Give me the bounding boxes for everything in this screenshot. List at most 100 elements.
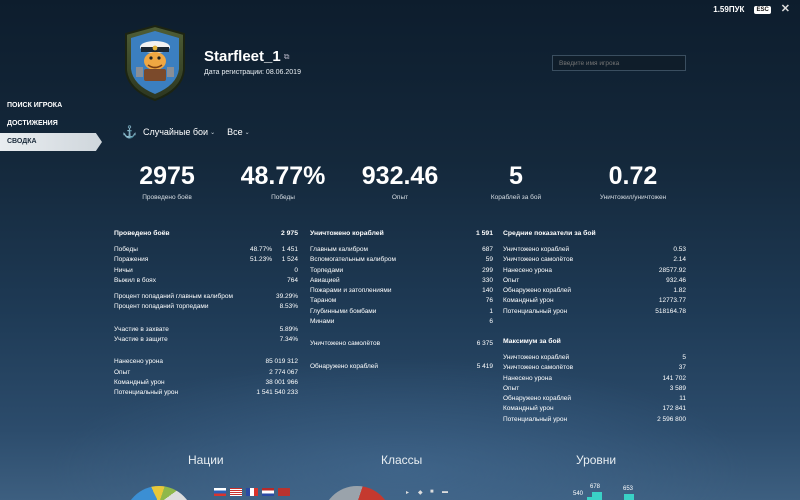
stat-label: Авиацией xyxy=(310,276,340,284)
stat-label: Командный урон xyxy=(503,297,554,305)
stat-value: 76 xyxy=(485,297,493,305)
copy-icon[interactable]: ⧉ xyxy=(284,52,290,62)
summary-winrate: 48.77% Победы xyxy=(223,162,343,201)
stat-value: 2.14 xyxy=(673,256,686,264)
maximum-header: Максимум за бой xyxy=(503,336,686,346)
stat-label: Потенциальный урон xyxy=(503,307,568,315)
stat-row: Потенциальный урон 2 596 800 xyxy=(503,414,686,424)
stat-value: 764 xyxy=(287,276,298,284)
stat-value: 2 975 xyxy=(280,229,298,237)
summary-label: Проведено боёв xyxy=(142,194,192,201)
stat-value: 1 591 xyxy=(475,229,493,237)
stat-value: 932.46 xyxy=(666,276,686,284)
stat-label: Участие в захвате xyxy=(114,325,169,333)
stat-row: Командный урон 12773.77 xyxy=(503,296,686,306)
destroyed-header: Уничтожено кораблей 1 591 xyxy=(310,228,493,238)
summary-kd: 0.72 Уничтожил/уничтожен xyxy=(573,162,693,201)
stat-label: Минами xyxy=(310,318,335,326)
stat-label: Уничтожено кораблей xyxy=(503,353,570,361)
stat-value: 85 019 312 xyxy=(265,358,298,366)
ussr-flag-icon xyxy=(278,488,290,496)
battle-type-dropdown[interactable]: Случайные бои ⌄ xyxy=(143,127,215,137)
summary-exp: 932.46 Опыт xyxy=(340,162,460,201)
summary-value: 5 xyxy=(509,162,523,190)
stat-row: Обнаружено кораблей 5 419 xyxy=(310,361,493,371)
summary-label: Кораблей за бой xyxy=(490,194,542,201)
stat-value: 6 375 xyxy=(476,340,493,348)
stat-row: Уничтожено самолётов 6 375 xyxy=(310,339,493,349)
stat-value: 59 xyxy=(485,256,493,264)
destroyed-stats-table: Уничтожено кораблей 1 591 Главным калибр… xyxy=(310,228,493,371)
registration-date: 08.06.2019 xyxy=(265,69,301,76)
classes-section-title: Классы xyxy=(381,453,423,467)
stat-value: 330 xyxy=(482,276,493,284)
ship-scope-dropdown[interactable]: Все ⌄ xyxy=(227,127,250,137)
summary-label: Уничтожил/уничтожен xyxy=(599,194,667,201)
stat-row: Участие в захвате 5.89% xyxy=(114,324,298,334)
stat-row: Процент попаданий главным калибром 39.29… xyxy=(114,291,298,301)
close-icon[interactable]: ✕ xyxy=(781,4,790,15)
tiers-section-title: Уровни xyxy=(576,453,617,467)
stat-value: 28577.92 xyxy=(658,266,686,274)
stat-label: Уничтожено кораблей xyxy=(310,229,384,237)
stat-label: Вспомогательным калибром xyxy=(310,256,396,264)
stat-row: Командный урон 38 001 966 xyxy=(114,377,298,387)
summary-value: 0.72 xyxy=(608,162,658,190)
stat-value: 2 596 800 xyxy=(657,415,686,423)
ship-scope-label: Все xyxy=(227,127,243,137)
stat-row: Ничьи 0 xyxy=(114,265,298,275)
stat-value: 38 001 966 xyxy=(265,378,298,386)
france-flag-icon xyxy=(246,488,258,496)
summary-battles: 2975 Проведено боёв xyxy=(107,162,227,201)
stat-value: 0 xyxy=(294,266,298,274)
stat-value: 5 419 xyxy=(476,362,493,370)
stat-value: 39.29% xyxy=(275,293,298,301)
stat-label: Выжил в боях xyxy=(114,276,156,284)
esc-key-badge[interactable]: ESC xyxy=(754,5,771,14)
battles-header: Проведено боёв 2 975 xyxy=(114,228,298,238)
stat-row: Уничтожено самолётов 2.14 xyxy=(503,255,686,265)
stat-value: 11 xyxy=(679,395,686,403)
version-label: 1.59ПУК xyxy=(713,5,745,14)
summary-label: Опыт xyxy=(391,194,409,201)
chevron-down-icon: ⌄ xyxy=(244,129,250,136)
classes-pie-chart[interactable] xyxy=(322,486,392,500)
player-name-text: Starfleet_1 xyxy=(204,48,281,65)
topbar: 1.59ПУК ESC ✕ xyxy=(713,4,790,15)
stat-value: 2 774 067 xyxy=(269,368,298,376)
sidebar-item-summary[interactable]: СВОДКА xyxy=(0,133,102,151)
stat-row: Уничтожено кораблей 5 xyxy=(503,352,686,362)
battleship-icon: ■ xyxy=(430,489,434,495)
anchor-icon: ⚓ xyxy=(122,125,137,139)
stat-row: Торпедами 299 xyxy=(310,265,493,275)
stat-percent: 48.77% xyxy=(249,245,272,253)
stat-value: 12773.77 xyxy=(658,297,686,305)
destroyer-icon: ▸ xyxy=(406,490,410,496)
stat-row: Тараном 76 xyxy=(310,296,493,306)
stat-value: 299 xyxy=(482,266,493,274)
registration-label: Дата регистрации: xyxy=(204,69,264,76)
stat-row: Победы 48.77% 1 451 xyxy=(114,244,298,254)
stat-label: Процент попаданий главным калибром xyxy=(114,293,233,301)
tier-bar[interactable] xyxy=(592,492,602,500)
player-search-input[interactable] xyxy=(552,55,686,71)
sidebar-item-achievements[interactable]: ДОСТИЖЕНИЯ xyxy=(0,115,102,133)
sidebar-item-player-search[interactable]: ПОИСК ИГРОКА xyxy=(0,97,102,115)
tier-bar-label: 678 xyxy=(590,484,601,490)
nations-pie-chart[interactable] xyxy=(124,486,194,500)
stat-value: 37 xyxy=(678,364,686,372)
stat-value: 1 xyxy=(489,307,493,315)
stat-label: Победы xyxy=(114,245,138,253)
stat-row: Нанесено урона 28577.92 xyxy=(503,265,686,275)
battle-type-label: Случайные бои xyxy=(142,127,209,137)
stat-label: Средние показатели за бой xyxy=(503,229,596,237)
usa-flag-icon xyxy=(230,488,242,496)
summary-value: 48.77% xyxy=(240,162,326,190)
stat-value: 3 589 xyxy=(669,384,686,392)
tier-bar[interactable] xyxy=(624,494,634,500)
stat-row: Главным калибром 687 xyxy=(310,244,493,254)
averages-header: Средние показатели за бой xyxy=(503,228,686,238)
summary-value: 932.46 xyxy=(361,162,439,190)
stat-label: Глубинными бомбами xyxy=(310,307,377,315)
summary-value: 2975 xyxy=(139,162,195,190)
